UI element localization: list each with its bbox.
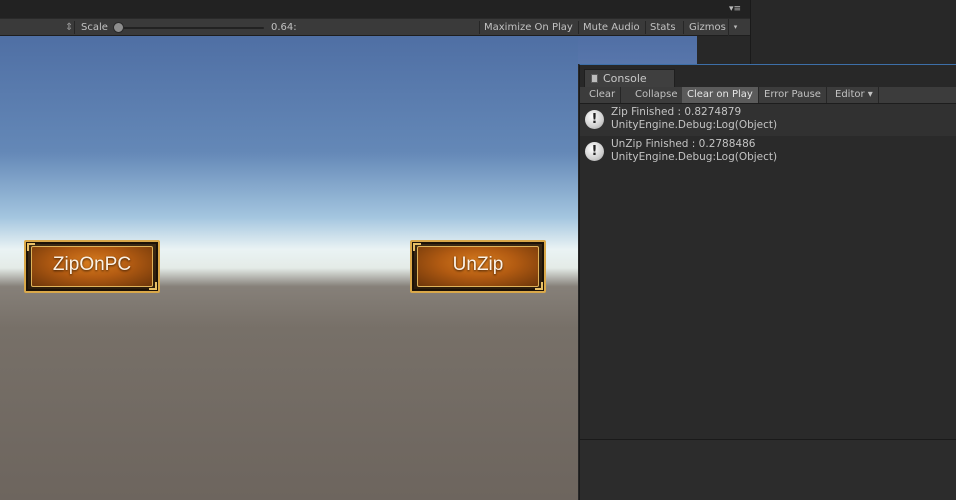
game-toolbar: ⇕ Scale 0.64: Maximize On Play Mute Audi… (0, 18, 750, 36)
collapse-toggle[interactable]: Collapse (630, 87, 684, 103)
gizmos-toggle[interactable]: Gizmos (689, 19, 726, 36)
scale-slider-track[interactable] (122, 27, 264, 29)
button-corner-ornament (149, 282, 157, 290)
game-view-edge (578, 36, 697, 64)
console-tab-bar: Console (580, 65, 956, 87)
scale-slider-thumb[interactable] (113, 22, 124, 33)
scale-value: 0.64: (271, 22, 297, 33)
log-message: UnZip Finished : 0.2788486 (611, 138, 756, 150)
console-log-list: ! Zip Finished : 0.8274879 UnityEngine.D… (580, 104, 956, 439)
resolution-dropdown-arrows-icon[interactable]: ⇕ (65, 19, 73, 36)
info-icon: ! (585, 110, 604, 129)
toolbar-separator (683, 21, 684, 34)
gizmos-dropdown-arrow-icon[interactable]: ▾ (728, 19, 742, 36)
unzip-label: UnZip (452, 254, 504, 275)
mute-audio-toggle[interactable]: Mute Audio (583, 19, 640, 36)
console-window: Console Clear Collapse Clear on Play Err… (579, 64, 956, 500)
menu-icon[interactable]: ▾≡ (729, 4, 745, 14)
scale-label: Scale (81, 22, 108, 33)
toolbar-separator (74, 21, 75, 34)
clear-on-play-toggle[interactable]: Clear on Play (682, 87, 759, 103)
console-icon (591, 74, 598, 83)
toolbar-separator (479, 21, 480, 34)
toolbar-separator (645, 21, 646, 34)
log-stacktrace: UnityEngine.Debug:Log(Object) (611, 151, 778, 163)
zip-on-pc-button[interactable]: ZipOnPC (24, 240, 160, 293)
button-corner-ornament (413, 243, 421, 251)
editor-dropdown[interactable]: Editor ▾ (830, 87, 879, 103)
error-pause-toggle[interactable]: Error Pause (759, 87, 827, 103)
zip-on-pc-label: ZipOnPC (52, 254, 132, 275)
log-entry[interactable]: ! UnZip Finished : 0.2788486 UnityEngine… (580, 136, 956, 168)
console-detail-pane (580, 440, 956, 500)
top-strip (0, 0, 750, 18)
log-entry[interactable]: ! Zip Finished : 0.8274879 UnityEngine.D… (580, 104, 956, 136)
console-toolbar: Clear Collapse Clear on Play Error Pause… (580, 87, 956, 104)
button-corner-ornament (27, 243, 35, 251)
button-corner-ornament (535, 282, 543, 290)
tab-console[interactable]: Console (584, 69, 675, 87)
clear-button[interactable]: Clear (584, 87, 622, 103)
game-view[interactable]: ZipOnPC UnZip (0, 36, 578, 500)
maximize-on-play-toggle[interactable]: Maximize On Play (484, 19, 573, 36)
info-icon: ! (585, 142, 604, 161)
right-panel-top (750, 0, 956, 64)
toolbar-separator (578, 21, 579, 34)
unzip-button[interactable]: UnZip (410, 240, 546, 293)
console-tab-label: Console (603, 72, 647, 85)
stats-toggle[interactable]: Stats (650, 19, 676, 36)
log-message: Zip Finished : 0.8274879 (611, 106, 742, 118)
log-stacktrace: UnityEngine.Debug:Log(Object) (611, 119, 778, 131)
